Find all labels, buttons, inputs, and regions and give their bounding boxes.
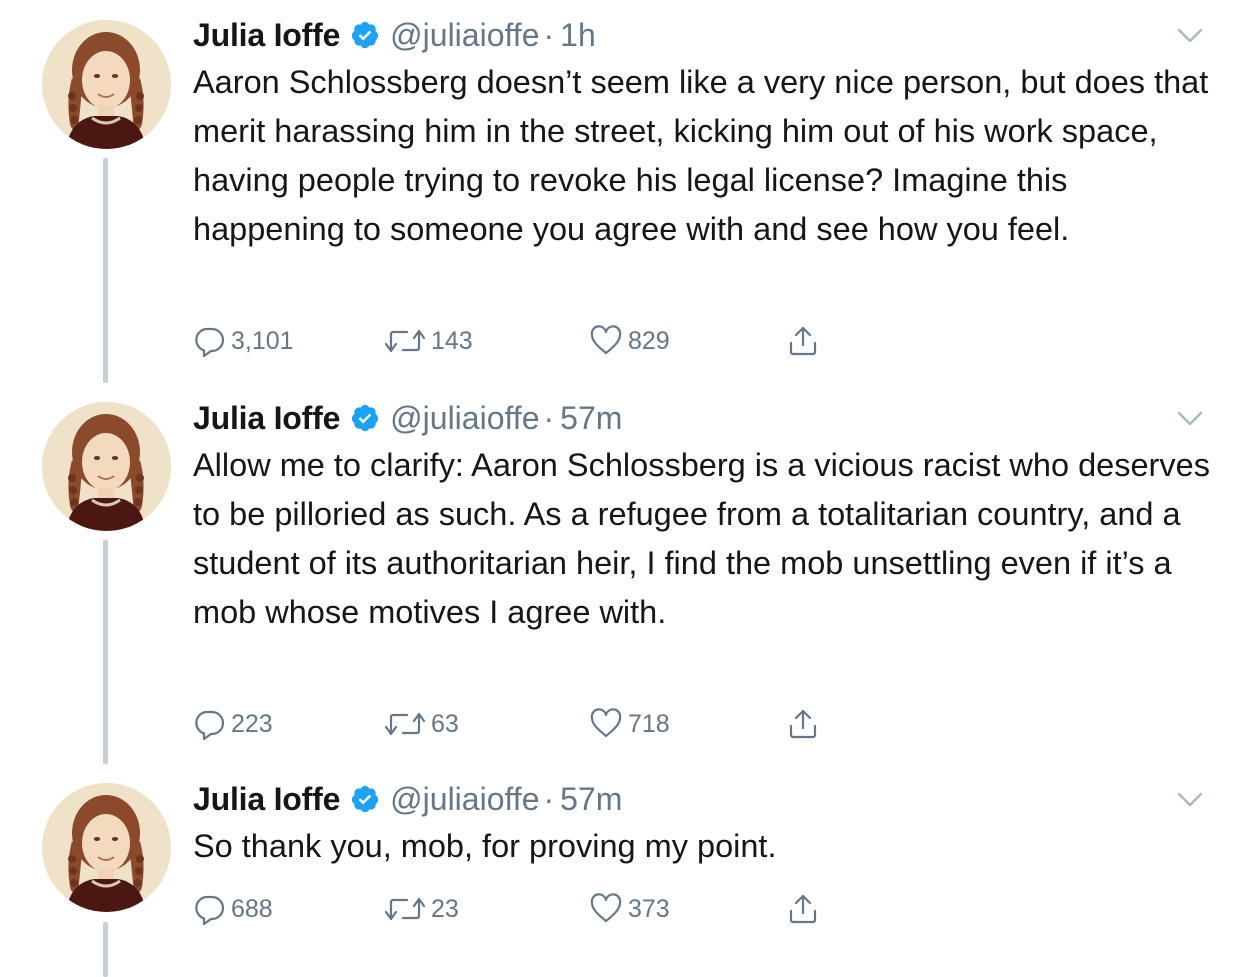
retweet-count: 23: [431, 894, 459, 923]
reply-icon: [193, 708, 225, 740]
tweet-header: Julia Ioffe @juliaioffe · 57m: [193, 779, 622, 819]
reply-count: 223: [231, 709, 273, 738]
share-icon: [787, 708, 819, 740]
author-name[interactable]: Julia Ioffe: [193, 400, 340, 437]
verified-badge-icon: [350, 784, 380, 814]
share-button[interactable]: [787, 706, 825, 742]
avatar-photo: [42, 402, 171, 531]
like-button[interactable]: 373: [590, 891, 670, 927]
retweet-count: 143: [431, 326, 473, 355]
timestamp[interactable]: 1h: [560, 17, 596, 54]
like-count: 718: [628, 709, 670, 738]
share-button[interactable]: [787, 891, 825, 927]
chevron-down-icon[interactable]: [1176, 26, 1204, 46]
timestamp[interactable]: 57m: [560, 781, 622, 818]
retweet-icon: [385, 895, 425, 923]
retweet-icon: [385, 710, 425, 738]
avatar-photo: [42, 783, 171, 912]
share-icon: [787, 325, 819, 357]
author-handle[interactable]: @juliaioffe: [390, 400, 539, 437]
like-count: 373: [628, 894, 670, 923]
tweet-actions: 223 63 718: [193, 706, 833, 742]
author-name[interactable]: Julia Ioffe: [193, 17, 340, 54]
reply-button[interactable]: 3,101: [193, 323, 294, 359]
tweet-actions: 3,101 143 829: [193, 323, 833, 359]
like-count: 829: [628, 326, 670, 355]
separator: ·: [543, 16, 555, 53]
tweet-actions: 688 23 373: [193, 891, 833, 927]
verified-badge-icon: [350, 20, 380, 50]
thread-line: [103, 540, 108, 764]
verified-badge-icon: [350, 403, 380, 433]
reply-count: 688: [231, 894, 273, 923]
avatar[interactable]: [42, 783, 171, 912]
tweet-header: Julia Ioffe @juliaioffe · 57m: [193, 398, 622, 438]
author-handle[interactable]: @juliaioffe: [390, 17, 539, 54]
thread-line: [103, 922, 108, 977]
share-icon: [787, 893, 819, 925]
avatar[interactable]: [42, 20, 171, 149]
separator: ·: [543, 399, 555, 436]
tweet-text: Allow me to clarify: Aaron Schlossberg i…: [193, 447, 1210, 630]
tweet-header: Julia Ioffe @juliaioffe · 1h: [193, 15, 596, 55]
reply-icon: [193, 893, 225, 925]
separator: ·: [543, 780, 555, 817]
tweet-text: Aaron Schlossberg doesn’t seem like a ve…: [193, 64, 1209, 247]
retweet-count: 63: [431, 709, 459, 738]
chevron-down-icon[interactable]: [1176, 409, 1204, 429]
like-button[interactable]: 829: [590, 323, 670, 359]
chevron-down-icon[interactable]: [1176, 790, 1204, 810]
heart-icon: [590, 708, 622, 740]
reply-button[interactable]: 223: [193, 706, 273, 742]
author-handle[interactable]: @juliaioffe: [390, 781, 539, 818]
like-button[interactable]: 718: [590, 706, 670, 742]
share-button[interactable]: [787, 323, 825, 359]
retweet-button[interactable]: 143: [385, 323, 473, 359]
heart-icon: [590, 325, 622, 357]
reply-button[interactable]: 688: [193, 891, 273, 927]
retweet-icon: [385, 327, 425, 355]
retweet-button[interactable]: 63: [385, 706, 459, 742]
retweet-button[interactable]: 23: [385, 891, 459, 927]
author-name[interactable]: Julia Ioffe: [193, 781, 340, 818]
reply-icon: [193, 325, 225, 357]
tweet-text: So thank you, mob, for proving my point.: [193, 828, 777, 864]
avatar[interactable]: [42, 402, 171, 531]
heart-icon: [590, 893, 622, 925]
avatar-photo: [42, 20, 171, 149]
reply-count: 3,101: [231, 326, 294, 355]
timestamp[interactable]: 57m: [560, 400, 622, 437]
thread-line: [103, 158, 108, 383]
